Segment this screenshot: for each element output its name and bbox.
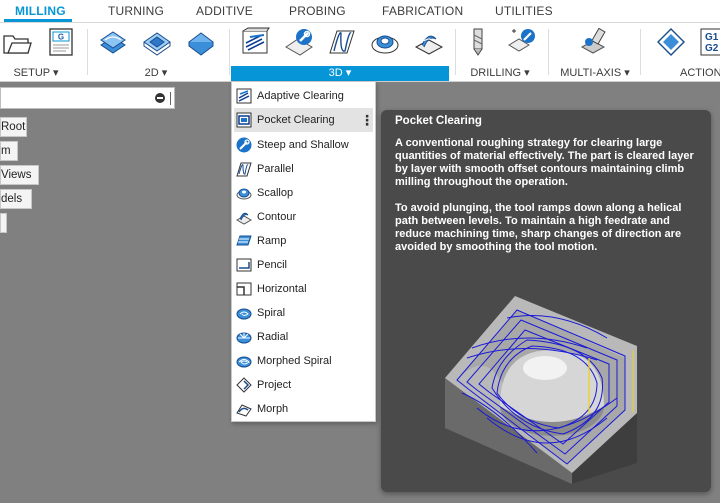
workspace-tab-bar: MILLING TURNING ADDITIVE PROBING FABRICA… xyxy=(0,0,720,23)
tab-turning[interactable]: TURNING xyxy=(108,4,164,18)
svg-text:G: G xyxy=(58,33,64,42)
contour-icon[interactable] xyxy=(414,27,444,57)
tooltip-description: A conventional roughing strategy for cle… xyxy=(395,137,697,267)
menu-item-pocket-clearing[interactable]: Pocket Clearing ⋮ xyxy=(234,108,374,132)
strategy-tooltip: Pocket Clearing A conventional roughing … xyxy=(381,110,711,492)
more-options-icon[interactable]: ⋮ xyxy=(360,108,374,132)
menu-item-project[interactable]: Project xyxy=(232,373,375,397)
setup-group-label[interactable]: SETUP ▾ xyxy=(8,66,64,81)
scallop-icon xyxy=(236,185,252,201)
menu-item-label: Scallop xyxy=(257,187,294,199)
action-group-label[interactable]: ACTION xyxy=(680,66,720,81)
pencil-icon xyxy=(236,257,252,273)
spiral-icon xyxy=(236,305,252,321)
menu-item-spiral[interactable]: Spiral xyxy=(232,301,375,325)
adaptive-clearing-icon xyxy=(236,88,252,104)
ribbon-separator xyxy=(87,29,88,75)
menu-item-label: Ramp xyxy=(257,235,287,247)
tab-utilities[interactable]: UTILITIES xyxy=(495,4,553,18)
ribbon-separator xyxy=(229,29,230,75)
browser-search-input[interactable] xyxy=(0,87,175,109)
menu-item-radial[interactable]: Radial xyxy=(232,325,375,349)
3d-strategy-menu: Adaptive Clearing Pocket Clearing ⋮ Steep a… xyxy=(231,81,376,422)
menu-item-label: Project xyxy=(257,379,292,391)
post-process-icon[interactable]: G1 G2 xyxy=(699,27,720,57)
menu-item-parallel[interactable]: Parallel xyxy=(232,157,375,181)
ribbon-separator xyxy=(548,29,549,75)
tab-milling[interactable]: MILLING xyxy=(15,4,66,18)
menu-item-scallop[interactable]: Scallop xyxy=(232,181,375,205)
new-folder-icon[interactable] xyxy=(2,27,32,57)
2d-group-label[interactable]: 2D ▾ xyxy=(128,66,184,81)
menu-item-pencil[interactable]: Pencil xyxy=(232,253,375,277)
3d-group-label[interactable]: 3D ▾ xyxy=(231,66,449,81)
nc-program-icon[interactable]: G xyxy=(46,27,76,57)
parallel-icon xyxy=(236,161,252,177)
pocket-clearing-icon xyxy=(236,112,252,128)
morphed-spiral-icon xyxy=(236,353,252,369)
ribbon-separator xyxy=(640,29,641,75)
morph-icon xyxy=(236,401,252,417)
simulate-icon[interactable] xyxy=(656,27,686,57)
tooltip-paragraph-2: To avoid plunging, the tool ramps down a… xyxy=(395,202,682,253)
menu-item-label: Pocket Clearing xyxy=(257,114,335,126)
pocket-clearing-preview-image xyxy=(445,296,637,484)
browser-item-more[interactable] xyxy=(0,213,7,233)
menu-item-label: Horizontal xyxy=(257,283,307,295)
drill-icon[interactable] xyxy=(463,27,493,57)
menu-item-label: Spiral xyxy=(257,307,286,319)
clear-search-icon[interactable] xyxy=(155,93,165,103)
menu-item-label: Contour xyxy=(257,211,297,223)
menu-item-label: Steep and Shallow xyxy=(257,139,349,151)
ribbon-separator xyxy=(455,29,456,75)
contour-icon xyxy=(236,209,252,225)
project-icon xyxy=(236,377,252,393)
menu-item-label: Morph xyxy=(257,403,289,415)
menu-item-morphed-spiral[interactable]: Morphed Spiral xyxy=(232,349,375,373)
text-cursor xyxy=(170,92,171,105)
svg-text:G2: G2 xyxy=(705,43,719,54)
tab-additive[interactable]: ADDITIVE xyxy=(196,4,253,18)
menu-item-label: Adaptive Clearing xyxy=(257,90,344,102)
browser-item-views[interactable]: Views xyxy=(0,165,39,185)
menu-item-label: Radial xyxy=(257,331,289,343)
3d-adaptive-icon[interactable] xyxy=(240,27,270,57)
svg-text:G1: G1 xyxy=(705,32,719,43)
menu-item-horizontal[interactable]: Horizontal xyxy=(232,277,375,301)
ramp-icon xyxy=(236,233,252,249)
menu-item-adaptive-clearing[interactable]: Adaptive Clearing xyxy=(232,84,375,108)
browser-item-m[interactable]: m xyxy=(0,141,18,161)
face-icon[interactable] xyxy=(186,27,216,57)
tab-probing[interactable]: PROBING xyxy=(289,4,346,18)
horizontal-icon xyxy=(236,281,252,297)
browser-item-root[interactable]: Root xyxy=(0,117,27,137)
menu-item-contour[interactable]: Contour xyxy=(232,205,375,229)
scallop-icon[interactable] xyxy=(370,27,400,57)
active-tab-indicator xyxy=(4,19,72,22)
browser-item-models[interactable]: dels xyxy=(0,189,32,209)
radial-icon xyxy=(236,329,252,345)
multi-axis-group-label[interactable]: MULTI-AXIS ▾ xyxy=(557,66,633,81)
menu-item-morph[interactable]: Morph xyxy=(232,397,375,421)
multi-axis-icon[interactable] xyxy=(580,27,610,57)
2d-adaptive-icon[interactable] xyxy=(98,27,128,57)
menu-item-ramp[interactable]: Ramp xyxy=(232,229,375,253)
menu-item-label: Morphed Spiral xyxy=(257,355,332,367)
2d-pocket-icon[interactable] xyxy=(142,27,172,57)
menu-item-steep-and-shallow[interactable]: Steep and Shallow xyxy=(232,133,375,157)
hole-recognition-icon[interactable] xyxy=(507,27,537,57)
tooltip-title: Pocket Clearing xyxy=(395,115,482,127)
toolbar-ribbon: G G1 G2 SETUP ▾ 2D ▾ 3D ▾ DRILLING ▾ MUL… xyxy=(0,23,720,82)
tab-fabrication[interactable]: FABRICATION xyxy=(382,4,463,18)
menu-item-label: Pencil xyxy=(257,259,287,271)
tooltip-paragraph-1: A conventional roughing strategy for cle… xyxy=(395,137,694,188)
parallel-icon[interactable] xyxy=(327,27,357,57)
steep-shallow-icon[interactable] xyxy=(284,27,314,57)
drilling-group-label[interactable]: DRILLING ▾ xyxy=(465,66,535,81)
steep-and-shallow-icon xyxy=(236,137,252,153)
menu-item-label: Parallel xyxy=(257,163,294,175)
